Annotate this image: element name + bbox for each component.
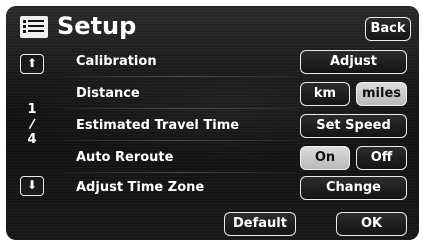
ok-button[interactable]: OK [336,212,407,236]
scroll-down-button[interactable]: ⬇ [20,176,44,196]
estimated-travel-time-label: Estimated Travel Time [76,118,240,133]
page-indicator: 1 / 4 [20,102,44,147]
page-title: Setup [57,12,137,40]
calibration-label: Calibration [76,54,157,69]
distance-km-button[interactable]: km [300,82,350,106]
calibration-adjust-button[interactable]: Adjust [300,50,407,74]
menu-list-icon [20,16,48,38]
time-zone-change-button[interactable]: Change [300,176,407,200]
row-divider [64,140,294,141]
screen-glare [6,66,419,156]
row-divider [64,76,294,77]
row-divider [64,108,294,109]
setup-screen: Setup Back ⬆ 1 / 4 ⬇ Calibration Distanc… [6,6,419,240]
adjust-time-zone-label: Adjust Time Zone [76,180,205,195]
row-divider [64,172,294,173]
back-button[interactable]: Back [365,17,411,41]
auto-reroute-label: Auto Reroute [76,150,174,165]
auto-reroute-off-button[interactable]: Off [356,146,407,170]
scroll-up-button[interactable]: ⬆ [20,54,44,74]
down-arrow-icon: ⬇ [26,178,38,192]
distance-miles-button[interactable]: miles [356,82,407,106]
default-button[interactable]: Default [224,212,296,236]
page-total: 4 [27,132,37,147]
auto-reroute-on-button[interactable]: On [300,146,350,170]
distance-label: Distance [76,86,140,101]
set-speed-button[interactable]: Set Speed [300,114,407,138]
up-arrow-icon: ⬆ [26,56,38,70]
